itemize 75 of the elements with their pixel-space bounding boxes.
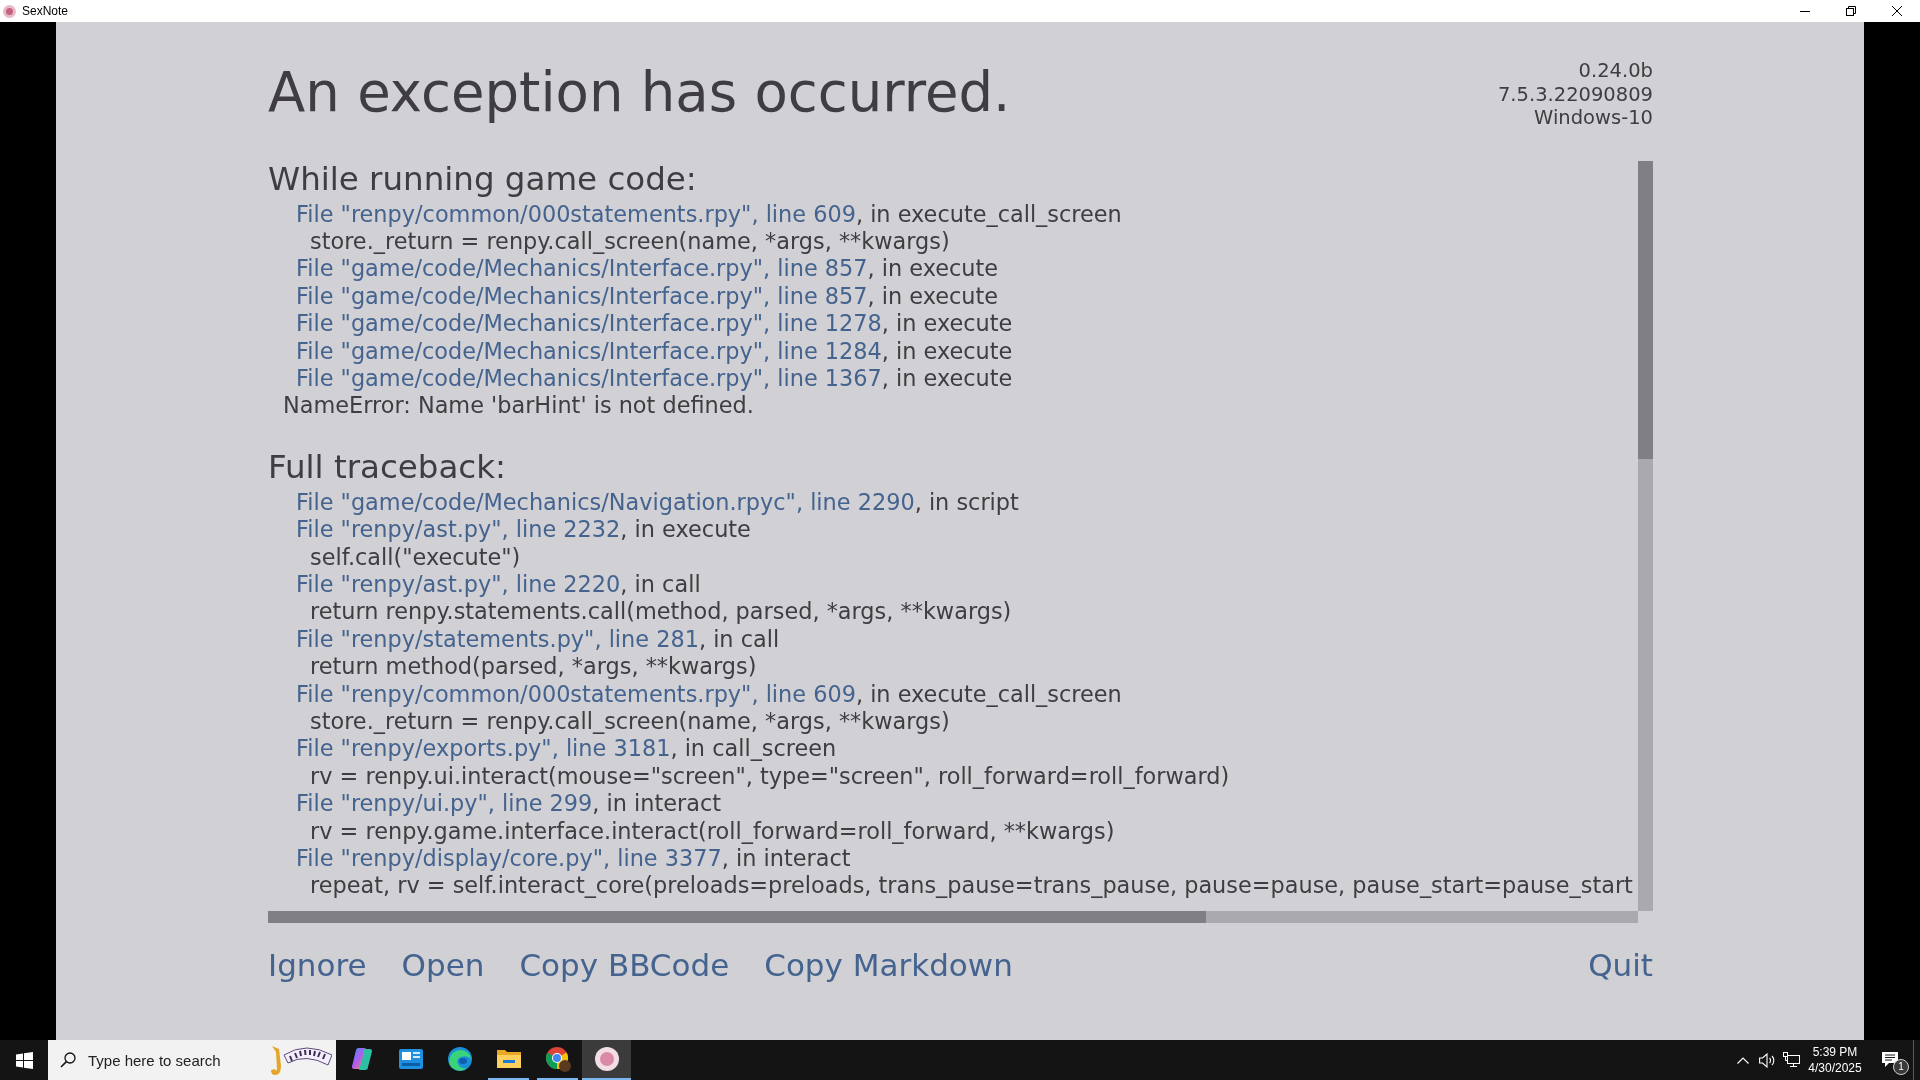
traceback-line: File "renpy/ui.py", line 299, in interact xyxy=(295,790,723,818)
close-icon xyxy=(1892,6,1902,16)
traceback-line: File "renpy/statements.py", line 281, in call xyxy=(295,625,781,654)
traceback-line: File "game/code/Mechanics/Interface.rpy", line 1367, in execute xyxy=(295,364,1014,393)
network-monitor-icon xyxy=(1782,1052,1800,1068)
swirl-circle-icon xyxy=(447,1047,472,1071)
card-icon xyxy=(398,1049,423,1069)
traceback-line: File "renpy/exports.py", line 3181, in call_screen xyxy=(295,735,838,763)
action-button[interactable]: Ignore xyxy=(268,944,367,985)
clock-button[interactable]: 5:39 PM 4/30/2025 xyxy=(1803,1040,1867,1080)
traceback-line: File "game/code/Mechanics/Interface.rpy", line 857, in execute xyxy=(295,282,1000,311)
traceback-line: File "renpy/common/000statements.rpy", line 609, in execute_call_screen xyxy=(295,200,1123,228)
segmented-circle-icon xyxy=(544,1046,571,1072)
file-link[interactable]: File "renpy/common/000statements.rpy", line 609 xyxy=(296,200,856,227)
saxophone-piano-icon xyxy=(270,1043,332,1077)
traceback-line: File "game/code/Mechanics/Interface.rpy", line 1278, in execute xyxy=(295,310,1014,338)
vertical-scrollbar[interactable] xyxy=(1638,160,1653,911)
traceback-line: File "game/code/Mechanics/Navigation.rpyc", line 2290, in script xyxy=(295,488,1020,517)
restore-icon xyxy=(1846,6,1856,16)
quit-button[interactable]: Quit xyxy=(1588,944,1653,985)
traceback-line: File "game/code/Mechanics/Interface.rpy", line 1284, in execute xyxy=(295,337,1014,365)
file-link[interactable]: File "game/code/Mechanics/Interface.rpy", line 1367 xyxy=(296,364,882,391)
traceback-line: File "game/code/Mechanics/Interface.rpy", line 857, in execute xyxy=(295,255,1000,283)
section-heading: While running game code: xyxy=(268,160,698,197)
message-icon xyxy=(1882,1052,1898,1068)
windows-logo-icon xyxy=(15,1051,33,1069)
code-line: rv = renpy.game.interface.interact(roll_forward=roll_forward, **kwargs) xyxy=(309,817,1116,846)
file-link[interactable]: File "renpy/common/000statements.rpy", line 609 xyxy=(296,680,856,707)
file-link[interactable]: File "game/code/Mechanics/Interface.rpy", line 1284 xyxy=(296,337,882,364)
file-link[interactable]: File "renpy/exports.py", line 3181 xyxy=(296,735,671,762)
code-line: repeat, rv = self.interact_core(preloads=preloads, trans_pause=trans_pause, pause=pause, pause_start=pause_start xyxy=(309,872,1634,900)
code-line: rv = renpy.ui.interact(mouse="screen", type="screen", roll_forward=roll_forward) xyxy=(309,762,1231,791)
notification-count: 1 xyxy=(1893,1059,1909,1075)
code-line: store._return = renpy.call_screen(name, *args, **kwargs) xyxy=(309,708,951,736)
scrollbar-thumb[interactable] xyxy=(268,910,1206,923)
error-message: NameError: Name 'barHint' is not defined. xyxy=(282,392,755,420)
error-title: An exception has occurred. xyxy=(268,59,1011,125)
horizontal-scrollbar[interactable] xyxy=(268,910,1638,923)
app-avatar-icon xyxy=(594,1047,619,1071)
version-text: 7.5.3.22090809 xyxy=(1497,82,1653,106)
file-link[interactable]: File "game/code/Mechanics/Interface.rpy", line 1278 xyxy=(296,310,882,337)
traceback-line: File "renpy/display/core.py", line 3377, in interact xyxy=(295,845,852,873)
code-line: return renpy.statements.call(method, parsed, *args, **kwargs) xyxy=(309,598,1013,626)
file-link[interactable]: File "renpy/display/core.py", line 3377 xyxy=(296,845,722,872)
chevron-up-icon xyxy=(1737,1056,1749,1064)
code-line: return method(parsed, *args, **kwargs) xyxy=(309,653,758,681)
version-text: Windows-10 xyxy=(1534,106,1653,130)
folder-icon xyxy=(496,1049,521,1069)
window-title: SexNote xyxy=(22,4,69,18)
file-link[interactable]: File "renpy/ast.py", line 2232 xyxy=(296,516,621,543)
code-line: store._return = renpy.call_screen(name, *args, **kwargs) xyxy=(309,227,951,256)
app-logo-icon xyxy=(3,4,16,18)
traceback-line: File "renpy/common/000statements.rpy", line 609, in execute_call_screen xyxy=(295,680,1123,708)
notification-button[interactable]: 1 xyxy=(1867,1040,1913,1080)
code-line: self.call("execute") xyxy=(309,543,522,571)
search-field[interactable]: Type here to search xyxy=(48,1040,336,1080)
action-button[interactable]: Copy Markdown xyxy=(764,944,1013,985)
action-button[interactable]: Open xyxy=(401,944,485,985)
scrollbar-thumb[interactable] xyxy=(1638,160,1653,459)
file-link[interactable]: File "game/code/Mechanics/Navigation.rpyc", line 2290 xyxy=(296,488,915,515)
file-link[interactable]: File "game/code/Mechanics/Interface.rpy", line 857 xyxy=(296,255,868,282)
action-button[interactable]: Copy BBCode xyxy=(519,944,730,985)
traceback-line: File "renpy/ast.py", line 2232, in execute xyxy=(295,516,752,544)
minimize-icon xyxy=(1800,10,1810,12)
file-link[interactable]: File "game/code/Mechanics/Interface.rpy", line 857 xyxy=(296,282,868,309)
file-link[interactable]: File "renpy/ui.py", line 299 xyxy=(296,790,593,817)
file-link[interactable]: File "renpy/statements.py", line 281 xyxy=(296,625,699,652)
file-link[interactable]: File "renpy/ast.py", line 2220 xyxy=(296,570,621,597)
traceback-line: File "renpy/ast.py", line 2220, in call xyxy=(295,570,702,599)
section-heading: Full traceback: xyxy=(268,448,507,485)
search-icon xyxy=(60,1052,76,1068)
ribbon-icon xyxy=(349,1047,374,1071)
version-text: 0.24.0b xyxy=(1578,59,1653,83)
taskbar-app-button[interactable] xyxy=(582,1040,631,1080)
speaker-icon xyxy=(1758,1052,1776,1068)
